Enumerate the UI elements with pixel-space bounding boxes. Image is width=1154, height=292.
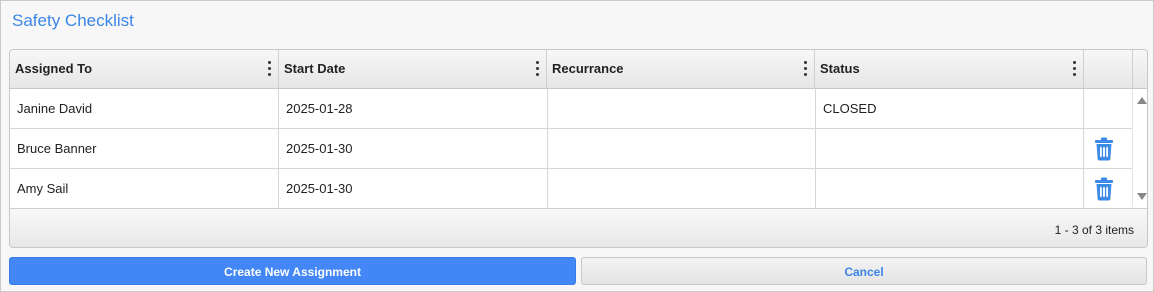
- kebab-menu-icon[interactable]: [268, 61, 272, 77]
- column-header-actions: [1084, 50, 1133, 88]
- column-header-label: Recurrance: [552, 61, 624, 76]
- column-header-recurrance[interactable]: Recurrance: [547, 50, 815, 88]
- create-new-assignment-button[interactable]: Create New Assignment: [9, 257, 576, 285]
- arrow-down-icon[interactable]: [1137, 193, 1147, 200]
- column-header-label: Start Date: [284, 61, 346, 76]
- cell-actions: [1084, 129, 1132, 168]
- cell-actions: [1084, 169, 1132, 208]
- table-row[interactable]: Amy Sail 2025-01-30: [10, 169, 1132, 209]
- cell-status: [816, 169, 1084, 208]
- assignments-grid: Assigned To Start Date Recurrance Status…: [9, 49, 1148, 248]
- column-header-status[interactable]: Status: [815, 50, 1084, 88]
- cell-status: CLOSED: [816, 89, 1084, 128]
- cell-assigned-to: Bruce Banner: [10, 129, 279, 168]
- trash-icon[interactable]: [1093, 137, 1115, 161]
- grid-pager: 1 - 3 of 3 items: [10, 208, 1147, 247]
- panel-title: Safety Checklist: [12, 11, 134, 30]
- cell-recurrance: [548, 169, 816, 208]
- vertical-scrollbar[interactable]: [1132, 89, 1147, 207]
- kebab-menu-icon[interactable]: [804, 61, 808, 77]
- cell-assigned-to: Amy Sail: [10, 169, 279, 208]
- cell-start-date: 2025-01-30: [279, 129, 548, 168]
- column-header-label: Assigned To: [15, 61, 93, 76]
- table-row[interactable]: Janine David 2025-01-28 CLOSED: [10, 89, 1132, 129]
- trash-icon[interactable]: [1093, 177, 1115, 201]
- cell-status: [816, 129, 1084, 168]
- cell-start-date: 2025-01-30: [279, 169, 548, 208]
- cell-actions: [1084, 89, 1132, 128]
- arrow-up-icon[interactable]: [1137, 97, 1147, 104]
- cell-recurrance: [548, 89, 816, 128]
- column-header-assigned-to[interactable]: Assigned To: [10, 50, 279, 88]
- cell-recurrance: [548, 129, 816, 168]
- kebab-menu-icon[interactable]: [536, 61, 540, 77]
- cell-assigned-to: Janine David: [10, 89, 279, 128]
- table-row[interactable]: Bruce Banner 2025-01-30: [10, 129, 1132, 169]
- column-header-start-date[interactable]: Start Date: [279, 50, 547, 88]
- cell-start-date: 2025-01-28: [279, 89, 548, 128]
- cancel-button[interactable]: Cancel: [581, 257, 1147, 285]
- column-header-label: Status: [820, 61, 860, 76]
- kebab-menu-icon[interactable]: [1073, 61, 1077, 77]
- pager-info: 1 - 3 of 3 items: [1054, 223, 1134, 237]
- grid-header: Assigned To Start Date Recurrance Status: [10, 50, 1147, 89]
- safety-checklist-panel: Safety Checklist Assigned To Start Date …: [0, 0, 1154, 292]
